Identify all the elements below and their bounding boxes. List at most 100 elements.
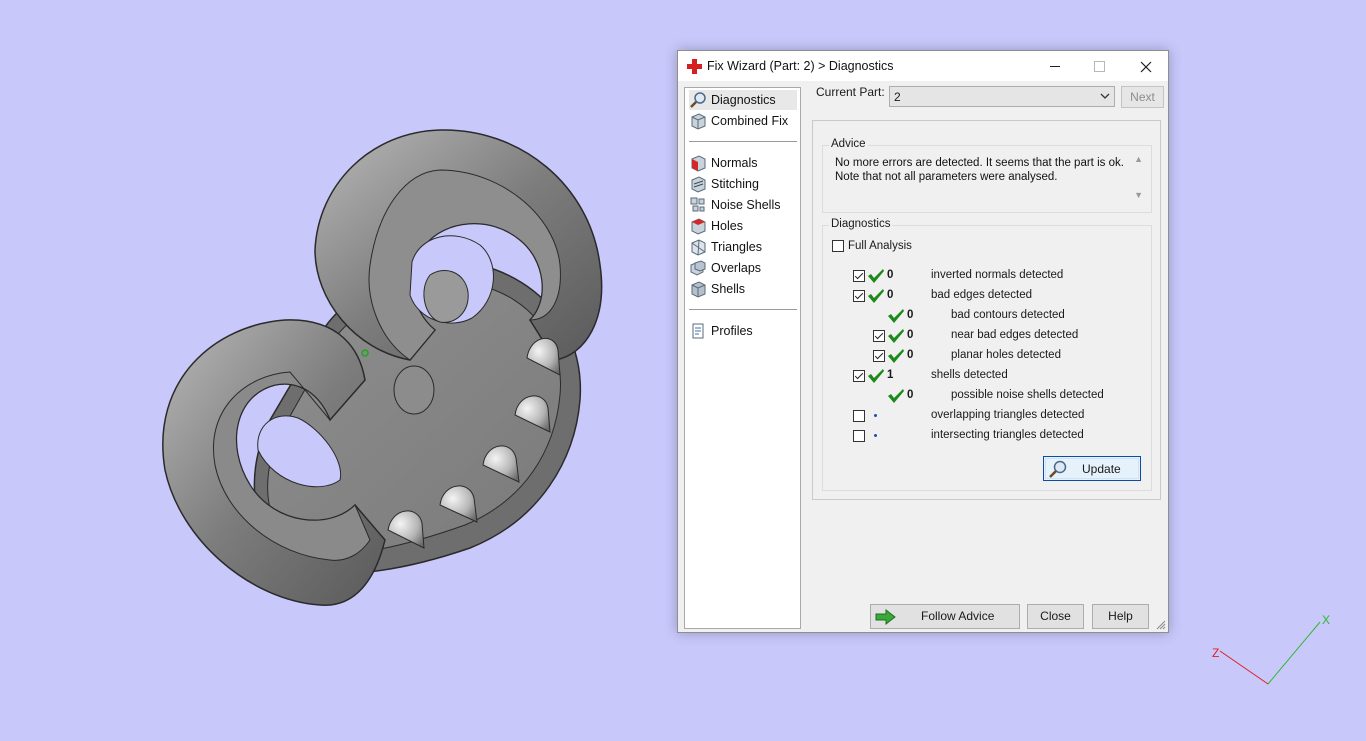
full-analysis-label: Full Analysis bbox=[848, 240, 912, 252]
nav-item-overlaps[interactable]: Overlaps bbox=[689, 258, 797, 278]
diagnostic-count: 0 bbox=[907, 309, 914, 321]
diagnostic-text: possible noise shells detected bbox=[951, 389, 1104, 401]
3d-part-model[interactable] bbox=[150, 120, 620, 620]
fix-wizard-window: Fix Wizard (Part: 2) > Diagnostics Diagn… bbox=[677, 50, 1169, 633]
x-axis-label: X bbox=[1322, 613, 1330, 627]
diagnostic-text: near bad edges detected bbox=[951, 329, 1079, 341]
diagnostic-checkbox[interactable] bbox=[853, 430, 865, 442]
green-check-icon bbox=[868, 369, 884, 383]
nav-item-holes[interactable]: Holes bbox=[689, 216, 797, 236]
nav-item-diagnostics[interactable]: Diagnostics bbox=[689, 90, 797, 110]
next-button[interactable]: Next bbox=[1121, 86, 1164, 108]
diagnostic-text: shells detected bbox=[931, 369, 1008, 381]
diagnostics-group: Diagnostics Full Analysis 0 inverted norm… bbox=[822, 218, 1152, 491]
diagnostic-row: 0 bad contours detected bbox=[823, 306, 1143, 326]
magnifier-icon bbox=[1049, 460, 1067, 478]
current-part-label: Current Part: bbox=[816, 85, 885, 99]
help-button[interactable]: Help bbox=[1092, 604, 1149, 629]
z-axis-label: Z bbox=[1212, 646, 1219, 660]
diagnostic-checkbox[interactable] bbox=[853, 410, 865, 422]
diagnostic-text: bad contours detected bbox=[951, 309, 1065, 321]
nav-item-noise-shells[interactable]: Noise Shells bbox=[689, 195, 797, 215]
diagnostic-row: 1 shells detected bbox=[823, 366, 1143, 386]
diagnostic-count: 0 bbox=[907, 329, 914, 341]
nav-item-shells[interactable]: Shells bbox=[689, 279, 797, 299]
diagnostic-checkbox[interactable] bbox=[873, 350, 885, 362]
green-check-icon bbox=[888, 309, 904, 323]
title-bar[interactable]: Fix Wizard (Part: 2) > Diagnostics bbox=[678, 51, 1168, 81]
nav-item-combined-fix[interactable]: Combined Fix bbox=[689, 111, 797, 131]
minimize-button[interactable] bbox=[1032, 51, 1077, 81]
diagnostic-row: 0 inverted normals detected bbox=[823, 266, 1143, 286]
nav-item-profiles[interactable]: Profiles bbox=[689, 321, 797, 341]
x-axis-line bbox=[1267, 621, 1321, 685]
red-cross-icon bbox=[687, 59, 702, 74]
diagnostic-checkbox[interactable] bbox=[853, 290, 865, 302]
chevron-down-icon bbox=[1100, 93, 1110, 99]
update-label: Update bbox=[1082, 462, 1121, 476]
diagnostics-title: Diagnostics bbox=[829, 218, 893, 230]
diagnostic-checkbox[interactable] bbox=[853, 270, 865, 282]
diagnostic-row: 0 bad edges detected bbox=[823, 286, 1143, 306]
diagnostic-count: 0 bbox=[887, 269, 894, 281]
green-check-icon bbox=[888, 389, 904, 403]
scroll-down-icon[interactable]: ▼ bbox=[1134, 190, 1143, 200]
z-axis-line bbox=[1219, 650, 1269, 685]
axis-triad: X Z bbox=[1212, 613, 1330, 685]
follow-advice-button[interactable]: Follow Advice bbox=[870, 604, 1020, 629]
diagnostic-count: 0 bbox=[887, 289, 894, 301]
current-part-select[interactable]: 2 bbox=[889, 86, 1115, 107]
not-analysed-dot-icon bbox=[874, 414, 877, 417]
scroll-up-icon[interactable]: ▲ bbox=[1134, 154, 1143, 164]
advice-group: Advice No more errors are detected. It s… bbox=[822, 138, 1152, 213]
triangles-icon bbox=[691, 239, 706, 256]
diagnostic-row: overlapping triangles detected bbox=[823, 406, 1143, 426]
diagnostic-checkbox[interactable] bbox=[853, 370, 865, 382]
green-arrow-icon bbox=[875, 609, 896, 625]
diagnostic-count: 0 bbox=[907, 349, 914, 361]
close-window-button[interactable] bbox=[1123, 51, 1168, 81]
diagnostic-text: bad edges detected bbox=[931, 289, 1033, 301]
diagnostic-count: 1 bbox=[887, 369, 894, 381]
advice-line-1: No more errors are detected. It seems th… bbox=[835, 157, 1124, 169]
green-check-icon bbox=[868, 269, 884, 283]
stitching-cube-icon bbox=[691, 176, 706, 193]
window-title: Fix Wizard (Part: 2) > Diagnostics bbox=[707, 59, 894, 73]
minimize-icon bbox=[1049, 66, 1060, 68]
nav-item-triangles[interactable]: Triangles bbox=[689, 237, 797, 257]
diagnostic-row: 0 planar holes detected bbox=[823, 346, 1143, 366]
holes-cube-icon bbox=[691, 218, 706, 235]
diagnostic-checkbox[interactable] bbox=[873, 330, 885, 342]
diagnostic-row: intersecting triangles detected bbox=[823, 426, 1143, 446]
resize-grip-icon[interactable] bbox=[1156, 620, 1166, 630]
advice-text: No more errors are detected. It seems th… bbox=[835, 156, 1125, 184]
diagnostic-text: inverted normals detected bbox=[931, 269, 1064, 281]
full-analysis-checkbox[interactable] bbox=[832, 240, 844, 252]
wizard-navigation: Diagnostics Combined Fix Normals Stitchi… bbox=[684, 87, 801, 629]
profiles-icon bbox=[692, 323, 704, 339]
nav-separator bbox=[689, 141, 797, 142]
diagnostic-count: 0 bbox=[907, 389, 914, 401]
noise-shells-icon bbox=[690, 197, 705, 212]
nav-item-normals[interactable]: Normals bbox=[689, 153, 797, 173]
green-check-icon bbox=[868, 289, 884, 303]
current-part-value: 2 bbox=[894, 90, 901, 104]
close-icon bbox=[1140, 61, 1151, 73]
maximize-button[interactable] bbox=[1077, 51, 1122, 81]
diagnostic-text: planar holes detected bbox=[951, 349, 1061, 361]
diagnostic-row: 0 near bad edges detected bbox=[823, 326, 1143, 346]
magnifier-icon bbox=[690, 92, 706, 108]
advice-line-2: Note that not all parameters were analys… bbox=[835, 171, 1058, 183]
nav-item-stitching[interactable]: Stitching bbox=[689, 174, 797, 194]
follow-advice-label: Follow Advice bbox=[921, 609, 995, 623]
close-button[interactable]: Close bbox=[1027, 604, 1084, 629]
cube-icon bbox=[691, 113, 706, 130]
update-button[interactable]: Update bbox=[1043, 456, 1141, 481]
advice-title: Advice bbox=[829, 138, 868, 150]
maximize-icon bbox=[1094, 61, 1105, 73]
green-check-icon bbox=[888, 349, 904, 363]
overlaps-icon bbox=[690, 260, 706, 276]
not-analysed-dot-icon bbox=[874, 434, 877, 437]
green-check-icon bbox=[888, 329, 904, 343]
shells-icon bbox=[691, 281, 706, 298]
